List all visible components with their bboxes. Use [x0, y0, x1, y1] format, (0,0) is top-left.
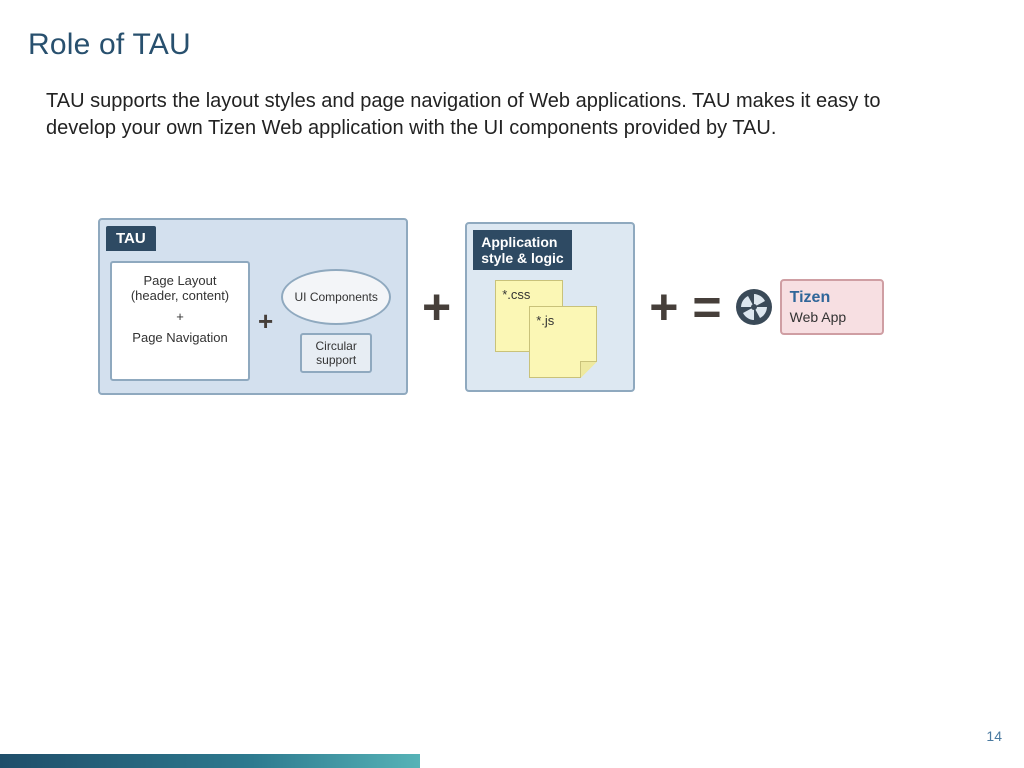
ui-stack: UI Components Circular support	[281, 269, 391, 373]
app-label: Application style & logic	[473, 230, 571, 270]
tizen-pinwheel-icon	[736, 289, 772, 325]
note-js: *.js	[529, 306, 597, 378]
result-group: Tizen Web App	[736, 279, 884, 335]
tau-plus-icon: +	[258, 306, 273, 337]
tizen-webapp-box: Tizen Web App	[780, 279, 884, 335]
slide-paragraph: TAU supports the layout styles and page …	[46, 88, 946, 142]
slide: Role of TAU TAU supports the layout styl…	[0, 0, 1024, 768]
inner-plus: +	[118, 309, 242, 324]
page-layout-line2: (header, content)	[118, 288, 242, 303]
app-label-line2: style & logic	[481, 250, 563, 266]
plus-icon: +	[422, 282, 451, 332]
note-css-text: *.css	[502, 287, 530, 302]
footer-accent-bar	[0, 754, 420, 768]
tau-inner: Page Layout (header, content) + Page Nav…	[100, 251, 406, 393]
ui-components-ellipse: UI Components	[281, 269, 391, 325]
tau-box: TAU Page Layout (header, content) + Page…	[98, 218, 408, 395]
app-label-line1: Application	[481, 234, 557, 250]
equals-icon: =	[692, 282, 721, 332]
note-js-text: *.js	[536, 313, 554, 328]
page-navigation: Page Navigation	[118, 330, 242, 345]
page-layout-line1: Page Layout	[118, 273, 242, 288]
page-number: 14	[986, 728, 1002, 744]
page-layout-box: Page Layout (header, content) + Page Nav…	[110, 261, 250, 381]
tizen-sub: Web App	[790, 309, 874, 325]
circular-support-box: Circular support	[300, 333, 372, 373]
slide-title: Role of TAU	[28, 28, 996, 62]
plus-icon: +	[649, 282, 678, 332]
app-style-logic-box: Application style & logic *.css *.js	[465, 222, 635, 392]
tizen-brand: Tizen	[790, 289, 874, 307]
tau-label: TAU	[106, 226, 156, 251]
note-fold-icon	[580, 361, 597, 378]
diagram: TAU Page Layout (header, content) + Page…	[98, 218, 996, 395]
